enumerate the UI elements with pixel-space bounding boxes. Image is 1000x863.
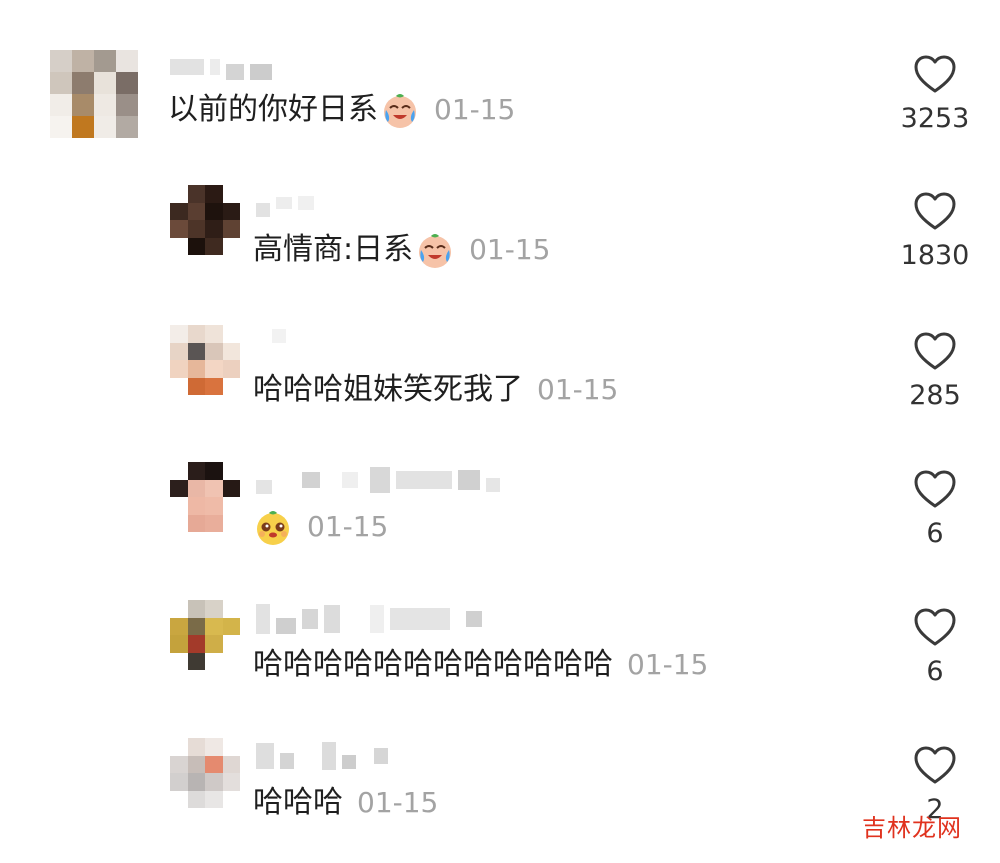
- like-button[interactable]: 285: [890, 330, 980, 414]
- comment-text-line: 高情商:日系 01-15: [253, 230, 550, 270]
- avatar[interactable]: [50, 50, 138, 138]
- comment-date: 01-15: [627, 648, 709, 681]
- like-button[interactable]: 2: [890, 744, 980, 862]
- laugh-cry-emoji: [415, 230, 455, 270]
- username-blurred[interactable]: [256, 329, 286, 343]
- comment-date: 01-15: [357, 786, 439, 819]
- comment-date: 01-15: [469, 233, 551, 266]
- like-count: 285: [909, 380, 961, 411]
- like-count: 6: [926, 518, 944, 549]
- username-blurred[interactable]: [256, 604, 482, 634]
- comment-text: 哈哈哈: [253, 785, 343, 820]
- like-count: 1830: [900, 240, 970, 271]
- comment-text: 哈哈哈姐妹笑死我了: [253, 372, 523, 407]
- heart-icon: [914, 192, 956, 230]
- like-button[interactable]: 6: [890, 606, 980, 690]
- comment-date: 01-15: [537, 373, 619, 406]
- comment-date: 01-15: [307, 510, 389, 543]
- heart-icon: [914, 470, 956, 508]
- username-blurred[interactable]: [170, 54, 272, 80]
- comment-date: 01-15: [434, 93, 516, 126]
- comment-text-line: 哈哈哈姐妹笑死我了 01-15: [253, 370, 618, 410]
- heart-icon: [914, 332, 956, 370]
- heart-icon: [914, 746, 956, 784]
- like-button[interactable]: 6: [890, 468, 980, 552]
- avatar[interactable]: [170, 738, 240, 808]
- heart-icon: [914, 608, 956, 646]
- comment-text-line: 以前的你好日系 01-15: [168, 90, 515, 130]
- avatar[interactable]: [170, 462, 240, 532]
- username-blurred[interactable]: [256, 466, 500, 494]
- like-count: 3253: [900, 103, 970, 134]
- avatar[interactable]: [170, 600, 240, 670]
- like-button[interactable]: 1830: [890, 190, 980, 274]
- watermark-text: 吉林龙网: [862, 814, 962, 842]
- like-count: 6: [926, 656, 944, 687]
- comment-text: 高情商:日系: [253, 232, 414, 267]
- like-button[interactable]: 3253: [890, 53, 980, 137]
- comment-text: 哈哈哈哈哈哈哈哈哈哈哈哈: [253, 647, 613, 682]
- smirk-face-emoji: [253, 507, 293, 547]
- comment-text: 以前的你好日系: [168, 92, 378, 127]
- laugh-cry-emoji: [380, 90, 420, 130]
- username-blurred[interactable]: [256, 742, 388, 770]
- comment-text-line: 哈哈哈 01-15: [253, 783, 438, 823]
- avatar[interactable]: [170, 185, 240, 255]
- comment-text-line: 哈哈哈哈哈哈哈哈哈哈哈哈 01-15: [253, 645, 708, 685]
- heart-icon: [914, 55, 956, 93]
- comment-text-line: 01-15: [253, 507, 388, 547]
- username-blurred[interactable]: [256, 189, 314, 217]
- avatar[interactable]: [170, 325, 240, 395]
- comment-list: 以前的你好日系 01-15 3253 高情商:日系 01-15 1830 哈哈哈…: [0, 0, 1000, 863]
